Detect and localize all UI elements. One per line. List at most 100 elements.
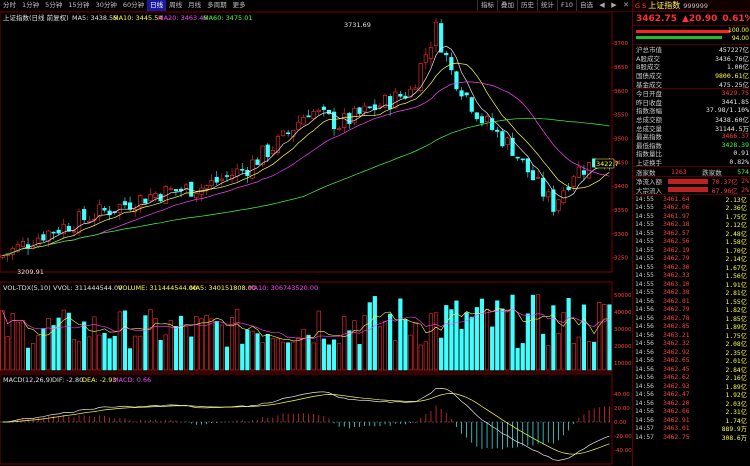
candle-body (561, 190, 566, 204)
period-tab[interactable]: 分时 (0, 0, 19, 11)
volume-bar (423, 341, 428, 371)
volume-bar (571, 343, 576, 371)
period-tab[interactable]: 60分钟 (120, 0, 147, 11)
ma5-label: MA5: 3438.55 (72, 14, 117, 22)
volume-bar (469, 316, 474, 371)
period-tab[interactable]: 5分钟 (42, 0, 65, 11)
volume-bar (235, 308, 240, 371)
volume-bar (520, 343, 525, 371)
vol-tick-label: 20000 (614, 344, 632, 350)
candle-body (306, 115, 311, 118)
strength-value-1: 100.00 (728, 27, 749, 34)
candle-body (495, 129, 500, 132)
volume-bar (148, 309, 153, 371)
trade-row: 14:56 3462.62 2.16亿 (635, 374, 747, 383)
period-tab[interactable]: 1分钟 (19, 0, 42, 11)
ma60-line (2, 117, 610, 256)
candle-body (20, 240, 26, 248)
candle-body (51, 231, 56, 234)
period-tab[interactable]: 15分钟 (65, 0, 92, 11)
period-tab[interactable]: 周线 (166, 0, 185, 11)
volume-bar (337, 343, 342, 371)
trade-list[interactable]: 14:55 3461.64 2.13亿 14:55 3462.06 2.36亿 14:55 3… (633, 194, 750, 442)
prev-icon[interactable]: ◀ (596, 0, 608, 11)
volume-bar (255, 333, 260, 371)
candle-body (102, 207, 107, 211)
volume-bar (321, 338, 326, 371)
volume-bar (541, 333, 546, 371)
kline-chart[interactable]: 3700365036003550350034503400335033003250… (0, 12, 632, 466)
vol-label: VOLUME: 311444544.00 (118, 284, 197, 292)
candle-body (571, 176, 576, 187)
price-tag: 3422.7 (596, 160, 619, 168)
toolbar-button[interactable]: 叠加 (496, 0, 517, 11)
candle-body (444, 52, 449, 56)
toolbar-button[interactable]: 历史 (516, 0, 537, 11)
volume-bar (133, 335, 138, 371)
candle-body (398, 94, 403, 97)
strength-bar-up (636, 30, 730, 33)
volume-bar (535, 294, 541, 371)
main-title: 上证指数(日线 前复权) (3, 13, 69, 22)
candle-body (143, 198, 148, 204)
volume-bar (270, 338, 275, 371)
volume-bar (5, 336, 10, 371)
vol-tick-label: 40000 (614, 310, 632, 316)
volume-bar (260, 342, 265, 371)
volume-bar (500, 308, 505, 371)
period-tab[interactable]: 30分钟 (93, 0, 120, 11)
candle-body (428, 47, 434, 59)
vol-tick-label: 50000 (614, 293, 632, 299)
volume-bar (214, 320, 219, 371)
candle-body (286, 132, 291, 135)
strength-bars: 100.00 94.00 (633, 25, 750, 44)
toolbar-button[interactable]: F10 (556, 0, 576, 11)
period-tab[interactable]: 更多 (230, 0, 249, 11)
volume-bar (296, 337, 301, 371)
flow-row: 大宗流入 67.96亿 2% (636, 185, 749, 195)
candle-body (10, 247, 15, 255)
candle-body (546, 191, 551, 198)
candle-body (479, 116, 485, 124)
candle-body (505, 137, 510, 145)
volume-bar (484, 308, 490, 371)
candle-body (377, 105, 383, 108)
candle-body (127, 202, 133, 210)
toolbar-button[interactable]: 自选 (576, 0, 596, 11)
stat-row: 基金成交 475.25亿 (636, 80, 749, 89)
candle-body (224, 175, 230, 177)
y-tick-label: 3650 (614, 65, 628, 71)
volume-bar (566, 298, 571, 371)
period-tab[interactable]: 多周期 (204, 0, 230, 11)
updown-row: 涨家数 1263 跌家数 574 (633, 166, 750, 177)
volume-bar (204, 315, 209, 371)
volume-bar (576, 336, 581, 371)
period-tab[interactable]: 日线 (147, 0, 167, 11)
strength-bar-down (636, 36, 722, 39)
close-icon[interactable]: ✕ (620, 0, 632, 11)
toolbar-button[interactable]: 指标 (476, 0, 497, 11)
candle-body (219, 178, 224, 182)
candle-body (362, 105, 367, 113)
strength-value-2: 94.00 (731, 35, 749, 42)
candle-body (189, 181, 194, 197)
volume-bar (597, 302, 602, 371)
volume-bar (15, 321, 20, 371)
toolbar-button[interactable]: 统计 (536, 0, 557, 11)
period-tab[interactable]: 月线 (185, 0, 204, 11)
vol-tick-label: 10000 (614, 361, 632, 367)
candle-body (76, 211, 82, 233)
candle-body (97, 204, 102, 217)
candle-body (581, 170, 587, 175)
candle-body (270, 150, 275, 155)
candle-body (194, 193, 199, 199)
ma10-label: MA10: 3445.54 (113, 14, 162, 22)
volume-bar (479, 298, 485, 371)
trade-row: 14:55 3461.97 1.75亿 (635, 212, 747, 221)
volume-bar (20, 320, 26, 371)
next-icon[interactable]: ▶ (608, 0, 620, 11)
candle-body (454, 71, 459, 90)
volume-bar (97, 334, 102, 371)
volume-bar (586, 341, 592, 371)
price-change: ▲20.90 (682, 13, 718, 24)
